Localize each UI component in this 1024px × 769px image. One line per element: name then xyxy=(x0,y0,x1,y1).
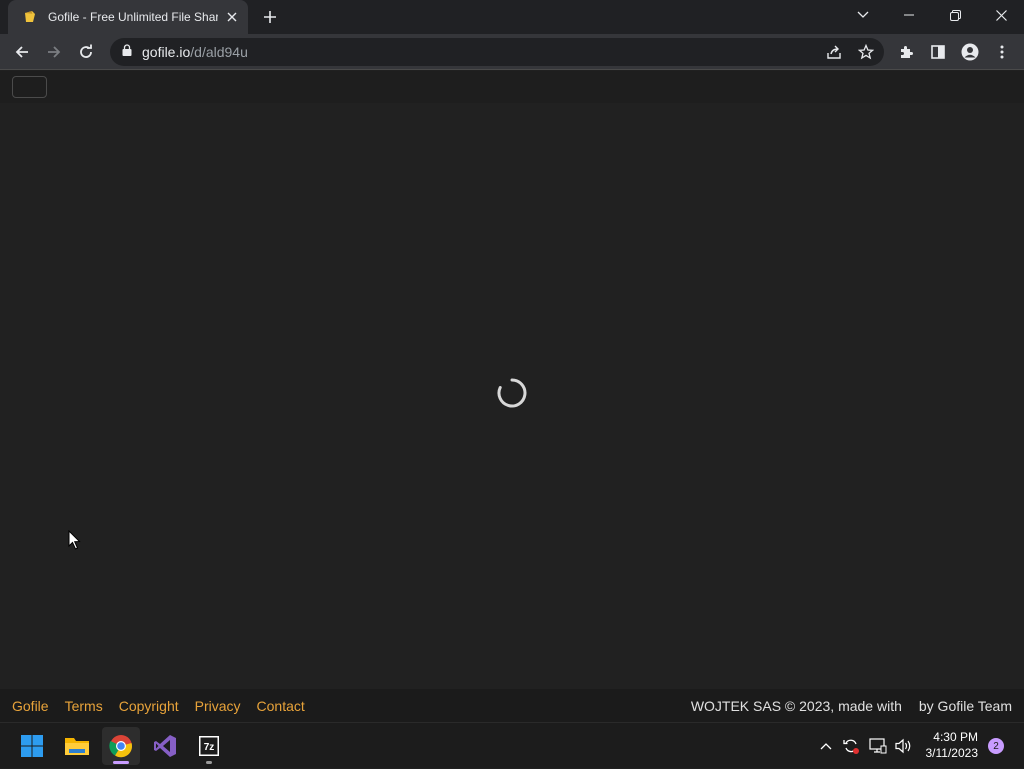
footer-link-terms[interactable]: Terms xyxy=(65,698,103,714)
side-panel-icon[interactable] xyxy=(924,38,952,66)
loading-spinner-icon xyxy=(497,378,527,408)
site-footer: Gofile Terms Copyright Privacy Contact W… xyxy=(0,689,1024,722)
svg-text:7z: 7z xyxy=(204,742,215,753)
tab-title: Gofile - Free Unlimited File Sharing xyxy=(48,10,218,24)
chrome-taskbar-icon[interactable] xyxy=(102,727,140,765)
new-tab-button[interactable] xyxy=(258,5,282,29)
tab-search-icon[interactable] xyxy=(840,0,886,30)
active-app-indicator xyxy=(113,761,129,764)
sync-status-icon[interactable] xyxy=(840,723,862,769)
file-explorer-icon[interactable] xyxy=(58,727,96,765)
share-icon[interactable] xyxy=(820,38,848,66)
bookmark-star-icon[interactable] xyxy=(852,38,880,66)
url-path: /d/ald94u xyxy=(190,44,248,60)
footer-credit-after: by Gofile Team xyxy=(918,697,1012,714)
profile-avatar-icon[interactable] xyxy=(956,38,984,66)
tray-overflow-chevron-icon[interactable] xyxy=(816,723,836,769)
mouse-cursor-icon xyxy=(68,530,81,550)
footer-link-privacy[interactable]: Privacy xyxy=(195,698,241,714)
gofile-favicon-icon xyxy=(22,9,38,25)
clock-time: 4:30 PM xyxy=(933,730,978,744)
navbar-toggle-button[interactable] xyxy=(12,76,47,98)
footer-credit: WOJTEK SAS © 2023, made with by Gofile T… xyxy=(691,698,1012,714)
clock-date: 3/11/2023 xyxy=(925,746,979,760)
site-navbar xyxy=(0,71,1024,103)
url-host: gofile.io xyxy=(142,44,191,60)
restore-button[interactable] xyxy=(932,0,978,30)
url-text: gofile.io/d/ald94u xyxy=(142,44,248,60)
footer-link-copyright[interactable]: Copyright xyxy=(119,698,179,714)
footer-link-gofile[interactable]: Gofile xyxy=(12,698,49,714)
footer-links: Gofile Terms Copyright Privacy Contact xyxy=(12,698,305,714)
notification-badge[interactable]: 2 xyxy=(988,738,1004,754)
network-icon[interactable] xyxy=(866,723,890,769)
windows-taskbar: 7z 4:30 PM 3/11/2023 2 xyxy=(0,722,1024,768)
browser-toolbar: gofile.io/d/ald94u xyxy=(0,34,1024,70)
address-bar[interactable]: gofile.io/d/ald94u xyxy=(110,38,884,66)
taskbar-clock[interactable]: 4:30 PM 3/11/2023 xyxy=(918,729,979,761)
back-button[interactable] xyxy=(8,38,36,66)
visual-studio-icon[interactable] xyxy=(146,727,184,765)
browser-tab[interactable]: Gofile - Free Unlimited File Sharing xyxy=(8,0,248,34)
running-app-indicator xyxy=(206,761,212,764)
windows-start-icon[interactable] xyxy=(13,727,51,765)
tab-close-icon[interactable] xyxy=(224,9,240,25)
minimize-button[interactable] xyxy=(886,0,932,30)
close-window-button[interactable] xyxy=(978,0,1024,30)
lock-icon[interactable] xyxy=(122,43,132,61)
extensions-icon[interactable] xyxy=(892,38,920,66)
footer-link-contact[interactable]: Contact xyxy=(257,698,305,714)
7zip-icon[interactable]: 7z xyxy=(190,727,228,765)
reload-button[interactable] xyxy=(72,38,100,66)
forward-button[interactable] xyxy=(40,38,68,66)
browser-tabstrip: Gofile - Free Unlimited File Sharing xyxy=(0,0,1024,34)
browser-menu-icon[interactable] xyxy=(988,38,1016,66)
volume-icon[interactable] xyxy=(892,723,914,769)
footer-credit-before: WOJTEK SAS © 2023, made with xyxy=(690,697,902,714)
